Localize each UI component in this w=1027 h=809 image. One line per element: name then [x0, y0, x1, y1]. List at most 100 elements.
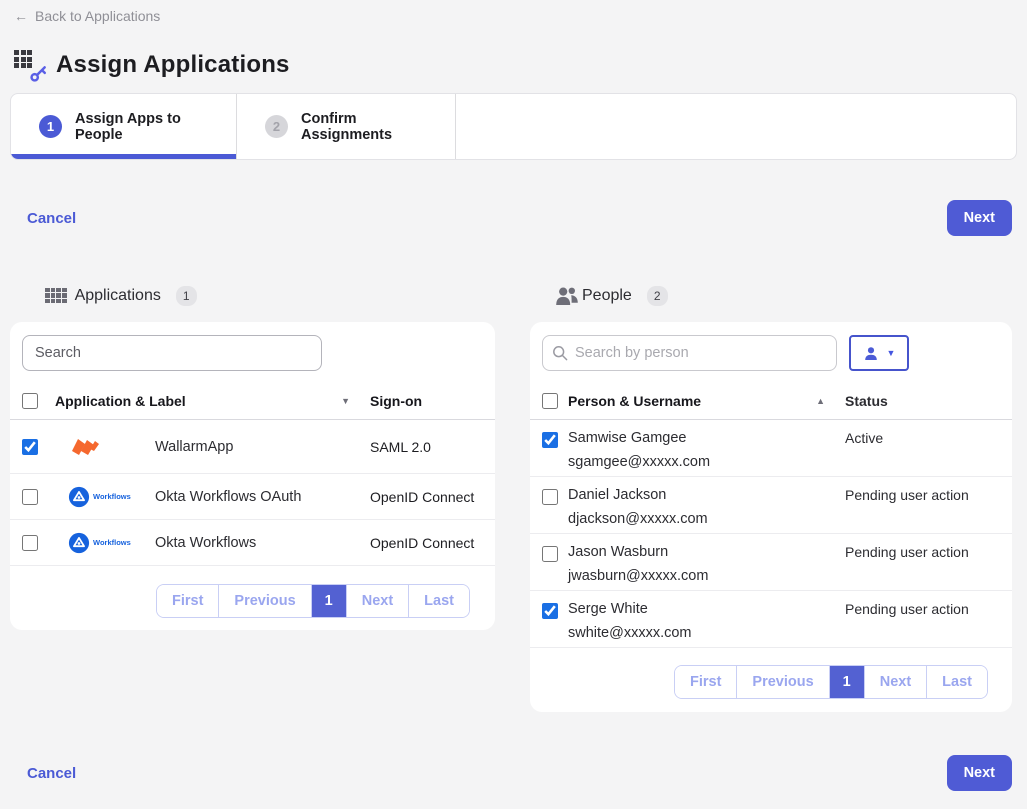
column-status[interactable]: Status	[845, 393, 1012, 409]
people-section-header: People 2	[530, 283, 1012, 308]
cancel-link-top[interactable]: Cancel	[27, 210, 76, 227]
application-name: WallarmApp	[155, 439, 370, 455]
person-checkbox[interactable]	[542, 603, 558, 619]
application-name: Okta Workflows OAuth	[155, 489, 370, 505]
person-row: Serge White swhite@xxxxx.com Pending use…	[530, 591, 1012, 648]
application-checkbox[interactable]	[22, 439, 38, 455]
person-name: Daniel Jackson	[568, 487, 845, 503]
page-title: Assign Applications	[56, 51, 290, 79]
person-status: Pending user action	[845, 544, 1012, 560]
bottom-action-bar: Cancel Next	[0, 755, 1027, 791]
person-checkbox[interactable]	[542, 432, 558, 448]
applications-card: Application & Label ▼ Sign-on WallarmApp…	[10, 322, 495, 630]
back-arrow-icon: ←	[14, 8, 28, 24]
pagination-next[interactable]: Next	[864, 666, 926, 698]
person-checkbox[interactable]	[542, 546, 558, 562]
applications-search-row	[10, 322, 495, 382]
application-signon: OpenID Connect	[370, 489, 495, 505]
application-name: Okta Workflows	[155, 535, 370, 551]
application-checkbox[interactable]	[22, 489, 38, 505]
applications-count-badge: 1	[176, 286, 197, 306]
pagination-last[interactable]: Last	[408, 585, 469, 617]
application-signon: SAML 2.0	[370, 439, 495, 455]
people-search-row: ▼	[530, 322, 1012, 382]
wizard-tabbar: 1 Assign Apps to People 2 Confirm Assign…	[10, 93, 1017, 160]
step-1-badge: 1	[39, 115, 62, 138]
next-button-bottom[interactable]: Next	[947, 755, 1012, 791]
person-name: Jason Wasburn	[568, 544, 845, 560]
select-all-people-checkbox[interactable]	[542, 393, 558, 409]
applications-panel: Applications 1 Application & Label ▼ Sig…	[10, 283, 495, 630]
column-application-label[interactable]: Application & Label ▼	[55, 393, 370, 409]
okta-workflows-logo: Workflows	[55, 486, 155, 508]
person-row: Jason Wasburn jwasburn@xxxxx.com Pending…	[530, 534, 1012, 591]
okta-workflows-logo: Workflows	[55, 532, 155, 554]
back-link[interactable]: ← Back to Applications	[14, 8, 160, 24]
people-search-input[interactable]	[542, 335, 837, 371]
key-icon	[29, 64, 48, 83]
top-action-bar: Cancel Next	[0, 200, 1027, 236]
pagination-last[interactable]: Last	[926, 666, 987, 698]
application-signon: OpenID Connect	[370, 535, 495, 551]
application-row: WallarmApp SAML 2.0	[10, 420, 495, 474]
tab-confirm-assignments[interactable]: 2 Confirm Assignments	[237, 94, 456, 159]
application-row: Workflows Okta Workflows OpenID Connect	[10, 520, 495, 566]
applications-search-input[interactable]	[22, 335, 322, 371]
cancel-link-bottom[interactable]: Cancel	[27, 765, 76, 782]
sort-desc-icon: ▼	[341, 396, 350, 406]
page-header: Assign Applications	[14, 50, 290, 80]
select-all-applications-checkbox[interactable]	[22, 393, 38, 409]
step-2-badge: 2	[265, 115, 288, 138]
applications-section-title: Applications	[75, 287, 161, 305]
people-icon	[555, 286, 579, 307]
column-person-username[interactable]: Person & Username ▲	[568, 393, 845, 409]
assign-applications-icon	[14, 50, 46, 80]
search-icon	[552, 345, 568, 361]
person-row: Samwise Gamgee sgamgee@xxxxx.com Active	[530, 420, 1012, 477]
people-count-badge: 2	[647, 286, 668, 306]
sort-asc-icon: ▲	[816, 396, 825, 406]
people-card: ▼ Person & Username ▲ Status Samwise Gam…	[530, 322, 1012, 712]
applications-pagination: First Previous 1 Next Last	[10, 566, 495, 630]
person-icon	[863, 346, 879, 361]
tab-label: Confirm Assignments	[301, 111, 427, 143]
next-button-top[interactable]: Next	[947, 200, 1012, 236]
people-section-title: People	[582, 287, 632, 305]
applications-section-header: Applications 1	[10, 283, 495, 308]
column-label: Person & Username	[568, 393, 701, 409]
person-filter-dropdown[interactable]: ▼	[849, 335, 909, 371]
person-username: jwasburn@xxxxx.com	[568, 568, 845, 584]
pagination-next[interactable]: Next	[346, 585, 408, 617]
person-username: djackson@xxxxx.com	[568, 511, 845, 527]
application-row: Workflows Okta Workflows OAuth OpenID Co…	[10, 474, 495, 520]
pagination-previous[interactable]: Previous	[218, 585, 310, 617]
person-username: swhite@xxxxx.com	[568, 625, 845, 641]
person-checkbox[interactable]	[542, 489, 558, 505]
people-pagination: First Previous 1 Next Last	[530, 648, 1012, 712]
person-username: sgamgee@xxxxx.com	[568, 454, 845, 470]
pagination-page-1[interactable]: 1	[311, 585, 346, 617]
column-sign-on[interactable]: Sign-on	[370, 393, 495, 409]
person-status: Pending user action	[845, 601, 1012, 617]
pagination-page-1[interactable]: 1	[829, 666, 864, 698]
workflows-logo-text: Workflows	[93, 538, 131, 547]
applications-grid-icon	[45, 288, 67, 304]
tab-assign-apps-to-people[interactable]: 1 Assign Apps to People	[11, 94, 237, 159]
person-name: Samwise Gamgee	[568, 430, 845, 446]
column-label: Application & Label	[55, 393, 186, 409]
people-panel: People 2 ▼	[530, 283, 1012, 712]
chevron-down-icon: ▼	[887, 348, 896, 358]
application-checkbox[interactable]	[22, 535, 38, 551]
person-status: Pending user action	[845, 487, 1012, 503]
person-status: Active	[845, 430, 1012, 446]
pagination-first[interactable]: First	[157, 585, 218, 617]
people-table-header: Person & Username ▲ Status	[530, 382, 1012, 420]
pagination-first[interactable]: First	[675, 666, 736, 698]
person-row: Daniel Jackson djackson@xxxxx.com Pendin…	[530, 477, 1012, 534]
tab-label: Assign Apps to People	[75, 111, 208, 143]
back-link-label: Back to Applications	[35, 8, 160, 24]
applications-table-header: Application & Label ▼ Sign-on	[10, 382, 495, 420]
pagination-previous[interactable]: Previous	[736, 666, 828, 698]
person-name: Serge White	[568, 601, 845, 617]
wallarm-logo	[55, 436, 155, 458]
